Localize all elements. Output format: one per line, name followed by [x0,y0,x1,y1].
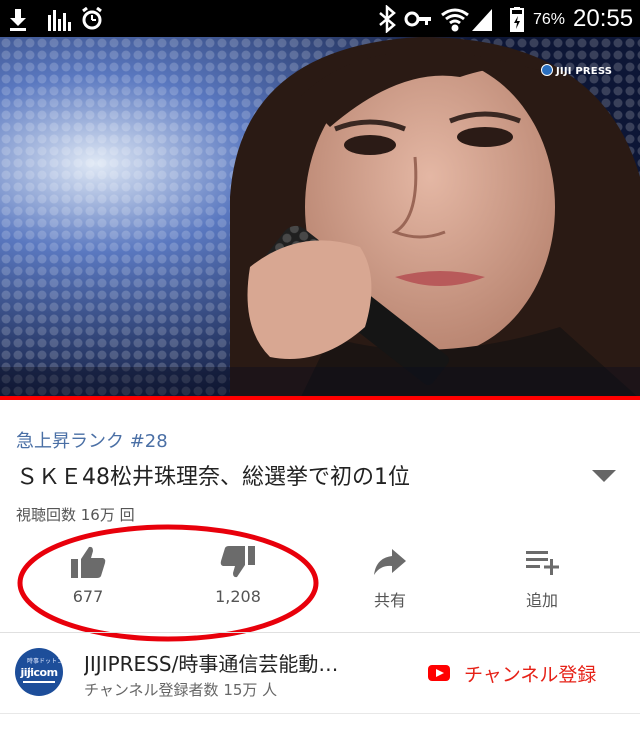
video-player[interactable]: JIJI PRESS [0,37,640,399]
add-to-playlist-icon [526,551,559,575]
view-count: 視聴回数 16万 回 [16,506,135,524]
video-frame [0,37,640,399]
bluetooth-icon [379,5,396,33]
status-icons-right [379,5,524,33]
download-icon [10,9,26,31]
share-icon [374,549,406,575]
bottom-divider [0,713,640,714]
subscriber-count: チャンネル登録者数 15万 人 [84,681,278,699]
jijicom-logo: jijicom [20,666,58,679]
wifi-icon [441,8,469,32]
section-divider [0,632,640,633]
channel-avatar[interactable]: 時事ドットコム jijicom [15,648,63,696]
expand-description-icon[interactable] [592,470,616,482]
like-button[interactable]: 677 [33,545,143,615]
avatar-rule [23,681,55,683]
thumbs-down-icon [220,546,255,578]
status-icons-left [10,7,102,31]
add-label: 追加 [525,591,558,610]
add-to-playlist-button[interactable]: 追加 [487,545,597,615]
key-icon [404,11,431,27]
battery-icon [510,7,524,32]
clock: 20:55 [573,5,634,32]
subscribe-label: チャンネル登録 [464,663,597,686]
thumbs-up-icon [71,546,106,578]
alarm-icon [82,7,102,30]
share-label: 共有 [373,591,406,610]
jiji-press-watermark: JIJI PRESS [541,64,612,77]
dislike-button[interactable]: 1,208 [183,545,293,615]
trending-rank-link[interactable]: 急上昇ランク #28 [16,427,168,453]
dislike-count: 1,208 [215,587,261,606]
jiji-logo-icon [541,64,553,76]
youtube-play-icon [428,665,450,681]
subscribe-button[interactable]: チャンネル登録 [428,659,596,687]
video-title: ＳＫＥ48松井珠理奈、総選挙で初の1位 [16,465,410,490]
video-progress-bar[interactable] [0,396,640,400]
video-progress-fill [0,396,640,400]
battery-percent: 76% [533,11,566,28]
channel-name[interactable]: JIJIPRESS/時事通信芸能動… [84,648,414,677]
share-button[interactable]: 共有 [335,545,445,615]
like-count: 677 [72,587,104,606]
equalizer-icon [48,10,71,31]
cellular-signal-icon [472,9,492,31]
status-bar: 76% 20:55 [0,0,640,37]
